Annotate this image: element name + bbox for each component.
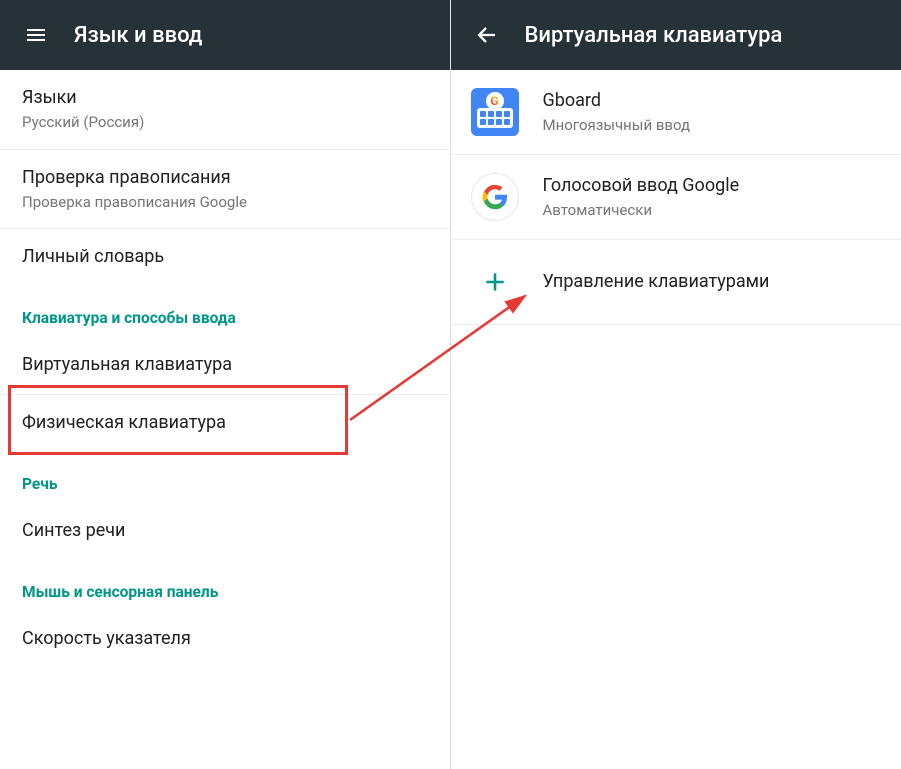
item-virtual-keyboard-label: Виртуальная клавиатура bbox=[22, 353, 428, 377]
page-title-left: Язык и ввод bbox=[74, 23, 202, 48]
item-google-voice-label: Голосовой ввод Google bbox=[543, 174, 740, 198]
item-spellcheck[interactable]: Проверка правописания Проверка правописа… bbox=[0, 150, 450, 229]
plus-icon bbox=[471, 258, 519, 306]
item-gboard-sub: Многоязычный ввод bbox=[543, 115, 691, 135]
item-gboard-label: Gboard bbox=[543, 89, 691, 113]
item-virtual-keyboard[interactable]: Виртуальная клавиатура bbox=[0, 337, 450, 393]
appbar-right: Виртуальная клавиатура bbox=[451, 0, 901, 70]
item-spellcheck-label: Проверка правописания bbox=[22, 166, 428, 190]
divider bbox=[451, 324, 901, 325]
item-tts-label: Синтез речи bbox=[22, 519, 428, 543]
item-languages[interactable]: Языки Русский (Россия) bbox=[0, 70, 450, 149]
appbar-left: Язык и ввод bbox=[0, 0, 450, 70]
settings-pane-language-input: Язык и ввод Языки Русский (Россия) Прове… bbox=[0, 0, 451, 769]
item-gboard[interactable]: G Gboard Многоязычный ввод bbox=[451, 70, 901, 154]
menu-icon bbox=[24, 23, 48, 47]
page-title-right: Виртуальная клавиатура bbox=[525, 23, 783, 48]
item-physical-keyboard[interactable]: Физическая клавиатура bbox=[0, 395, 450, 451]
item-physical-keyboard-label: Физическая клавиатура bbox=[22, 411, 428, 435]
item-personal-dictionary-label: Личный словарь bbox=[22, 245, 428, 269]
item-personal-dictionary[interactable]: Личный словарь bbox=[0, 229, 450, 285]
item-manage-keyboards-label: Управление клавиатурами bbox=[543, 270, 770, 294]
item-pointer-speed[interactable]: Скорость указателя bbox=[0, 611, 450, 667]
back-button[interactable] bbox=[467, 15, 507, 55]
back-arrow-icon bbox=[475, 23, 499, 47]
item-google-voice[interactable]: Голосовой ввод Google Автоматически bbox=[451, 155, 901, 239]
item-languages-label: Языки bbox=[22, 86, 428, 110]
section-keyboard-input: Клавиатура и способы ввода bbox=[0, 285, 450, 337]
item-languages-sub: Русский (Россия) bbox=[22, 112, 428, 132]
google-voice-icon bbox=[471, 173, 519, 221]
item-manage-keyboards[interactable]: Управление клавиатурами bbox=[451, 240, 901, 324]
item-pointer-speed-label: Скорость указателя bbox=[22, 627, 428, 651]
settings-pane-virtual-keyboard: Виртуальная клавиатура G Gboard Многоязы… bbox=[451, 0, 901, 769]
hamburger-menu-button[interactable] bbox=[16, 15, 56, 55]
settings-list-right: G Gboard Многоязычный ввод Голосовой вво… bbox=[451, 70, 901, 769]
settings-list-left: Языки Русский (Россия) Проверка правопис… bbox=[0, 70, 450, 769]
item-google-voice-sub: Автоматически bbox=[543, 200, 740, 220]
gboard-icon: G bbox=[471, 88, 519, 136]
section-mouse-trackpad: Мышь и сенсорная панель bbox=[0, 559, 450, 611]
item-spellcheck-sub: Проверка правописания Google bbox=[22, 192, 428, 212]
section-speech: Речь bbox=[0, 451, 450, 503]
item-tts[interactable]: Синтез речи bbox=[0, 503, 450, 559]
